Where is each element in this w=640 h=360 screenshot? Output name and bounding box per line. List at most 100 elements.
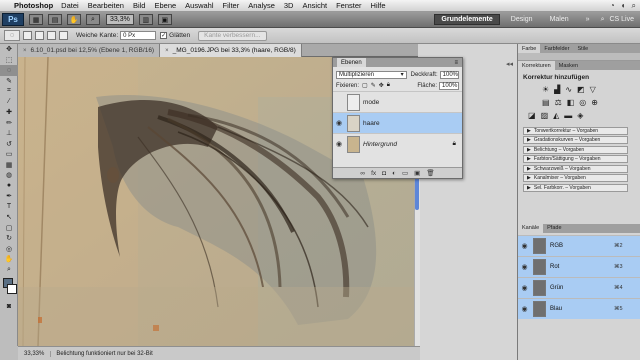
- path-selection-icon[interactable]: ↖: [0, 212, 18, 223]
- black-white-icon[interactable]: ◧: [567, 98, 575, 107]
- layer-style-icon[interactable]: fx: [371, 170, 376, 177]
- curves-icon[interactable]: ∿: [565, 85, 572, 94]
- channel-row-gruen[interactable]: ◉ Grün ⌘4: [518, 276, 640, 298]
- menu-analyse[interactable]: Analyse: [248, 1, 275, 10]
- workspace-malen[interactable]: Malen: [544, 14, 575, 25]
- new-selection-icon[interactable]: [23, 31, 32, 40]
- channel-row-rgb[interactable]: ◉ RGB ⌘2: [518, 234, 640, 256]
- eye-icon[interactable]: ◉: [518, 242, 531, 250]
- healing-brush-icon[interactable]: ✚: [0, 107, 18, 118]
- arrange-documents-icon[interactable]: ▣: [157, 14, 172, 25]
- layer-row-hintergrund[interactable]: ◉ Hintergrund 🔒︎: [333, 133, 462, 154]
- lasso-preset-icon[interactable]: ◌: [4, 30, 20, 41]
- workspace-design[interactable]: Design: [505, 14, 539, 25]
- channel-row-blau[interactable]: ◉ Blau ⌘5: [518, 297, 640, 319]
- adjustment-layer-icon[interactable]: ◐: [392, 170, 396, 177]
- menu-bearbeiten[interactable]: Bearbeiten: [88, 1, 124, 10]
- tab-korrekturen[interactable]: Korrekturen: [518, 61, 555, 70]
- eye-icon[interactable]: ◉: [518, 305, 531, 313]
- photo-filter-icon[interactable]: ◎: [579, 98, 586, 107]
- preset-selfarb[interactable]: ▶ Sel. Farbkorr. – Vorgaben: [523, 183, 628, 192]
- close-icon[interactable]: ×: [165, 48, 169, 54]
- close-icon[interactable]: ×: [23, 48, 27, 54]
- menu-ebene[interactable]: Ebene: [154, 1, 176, 10]
- preset-farbton[interactable]: ▶ Farbton/Sättigung – Vorgaben: [523, 155, 628, 163]
- background-color-swatch[interactable]: [7, 284, 17, 294]
- channel-mixer-icon[interactable]: ⊕: [591, 98, 598, 107]
- eye-icon[interactable]: ◉: [518, 284, 531, 292]
- add-selection-icon[interactable]: [35, 31, 44, 40]
- layer-row-mode[interactable]: mode: [333, 91, 462, 112]
- marquee-tool-icon[interactable]: ⬚: [0, 55, 18, 66]
- tab-document-2[interactable]: × _MG_0196.JPG bei 33,3% (haare, RGB/8): [160, 44, 302, 57]
- eye-icon[interactable]: ◉: [333, 140, 345, 148]
- status-zoom[interactable]: 33,33%: [18, 350, 52, 357]
- quick-selection-icon[interactable]: ✎: [0, 76, 18, 87]
- cs-live-button[interactable]: CS Live: [609, 16, 634, 23]
- tab-pfade[interactable]: Pfade: [543, 224, 565, 233]
- fill-input[interactable]: 100%: [439, 81, 459, 90]
- intersect-selection-icon[interactable]: [59, 31, 68, 40]
- subtract-selection-icon[interactable]: [47, 31, 56, 40]
- eye-icon[interactable]: ◉: [333, 119, 345, 127]
- crop-tool-icon[interactable]: ⌗: [0, 86, 18, 97]
- blend-mode-select[interactable]: Multiplizieren ▾: [336, 70, 407, 79]
- pen-tool-icon[interactable]: ✒: [0, 191, 18, 202]
- opacity-input[interactable]: 100%: [439, 70, 459, 79]
- 3d-orbit-icon[interactable]: ◎: [0, 244, 18, 255]
- tab-stile[interactable]: Stile: [573, 44, 592, 53]
- posterize-icon[interactable]: ▨: [541, 111, 549, 120]
- refine-edge-button[interactable]: Kante verbessern...: [198, 30, 267, 41]
- menu-fenster[interactable]: Fenster: [336, 1, 361, 10]
- move-tool-icon[interactable]: ✥: [0, 44, 18, 55]
- spotlight-icon[interactable]: ⌕: [632, 1, 636, 11]
- delete-layer-icon[interactable]: 🗑︎: [426, 169, 434, 177]
- layer-row-haare[interactable]: ◉ haare: [333, 112, 462, 133]
- hand-tool-icon[interactable]: ✋: [67, 14, 81, 25]
- volume-icon[interactable]: ◖: [621, 1, 626, 11]
- menu-app-name[interactable]: Photoshop: [14, 1, 53, 10]
- levels-icon[interactable]: ▟: [554, 85, 560, 94]
- panel-menu-icon[interactable]: ≡: [450, 58, 462, 67]
- preset-gradation[interactable]: ▶ Gradationskurven – Vorgaben: [523, 136, 628, 144]
- bridge-icon[interactable]: ▦: [29, 14, 43, 25]
- eyedropper-icon[interactable]: ⁄: [0, 97, 18, 108]
- exposure-icon[interactable]: ◩: [577, 85, 585, 94]
- menu-auswahl[interactable]: Auswahl: [185, 1, 213, 10]
- minibridge-icon[interactable]: ▤: [48, 14, 62, 25]
- type-tool-icon[interactable]: T: [0, 202, 18, 213]
- zoom-icon[interactable]: ⌕: [0, 265, 18, 276]
- selective-color-icon[interactable]: ◈: [577, 111, 583, 120]
- quick-mask-icon[interactable]: ◙: [0, 301, 18, 312]
- gradient-map-icon[interactable]: ▬: [564, 111, 572, 120]
- history-brush-icon[interactable]: ↺: [0, 139, 18, 150]
- tab-farbe[interactable]: Farbe: [518, 44, 541, 53]
- zoom-tool-icon[interactable]: ⌕: [86, 14, 100, 25]
- lock-position-icon[interactable]: ✥: [379, 82, 384, 89]
- zoom-level-select[interactable]: 33,3%: [106, 14, 134, 25]
- new-group-icon[interactable]: ▭: [402, 169, 408, 177]
- wifi-icon[interactable]: ◔: [610, 1, 615, 11]
- status-message[interactable]: Belichtung funktioniert nur bei 32-Bit: [51, 351, 157, 357]
- add-mask-icon[interactable]: ◘: [382, 170, 386, 177]
- invert-icon[interactable]: ◪: [528, 111, 536, 120]
- search-icon[interactable]: ⌕: [601, 16, 605, 24]
- antialias-checkbox[interactable]: ✓: [160, 32, 168, 39]
- color-swatches[interactable]: [0, 275, 17, 301]
- eraser-icon[interactable]: ▭: [0, 149, 18, 160]
- brush-tool-icon[interactable]: ✏: [0, 118, 18, 129]
- lock-pixels-icon[interactable]: ✎: [371, 82, 376, 89]
- menu-datei[interactable]: Datei: [61, 1, 79, 10]
- shape-tool-icon[interactable]: ▢: [0, 223, 18, 234]
- hand-icon[interactable]: ✋: [0, 254, 18, 265]
- preset-tonwert[interactable]: ▶ Tonwertkorrektur – Vorgaben: [523, 126, 628, 135]
- channel-row-rot[interactable]: ◉ Rot ⌘3: [518, 255, 640, 277]
- workspace-grundelemente[interactable]: Grundelemente: [434, 14, 500, 25]
- lock-all-icon[interactable]: 🔒︎: [387, 82, 390, 89]
- collapse-icon[interactable]: ◂◂: [506, 60, 513, 68]
- feather-input[interactable]: 0 Px: [120, 31, 157, 40]
- tab-farbfelder[interactable]: Farbfelder: [540, 44, 573, 53]
- menu-ansicht[interactable]: Ansicht: [302, 1, 327, 10]
- menu-filter[interactable]: Filter: [223, 1, 240, 10]
- blur-tool-icon[interactable]: ◍: [0, 170, 18, 181]
